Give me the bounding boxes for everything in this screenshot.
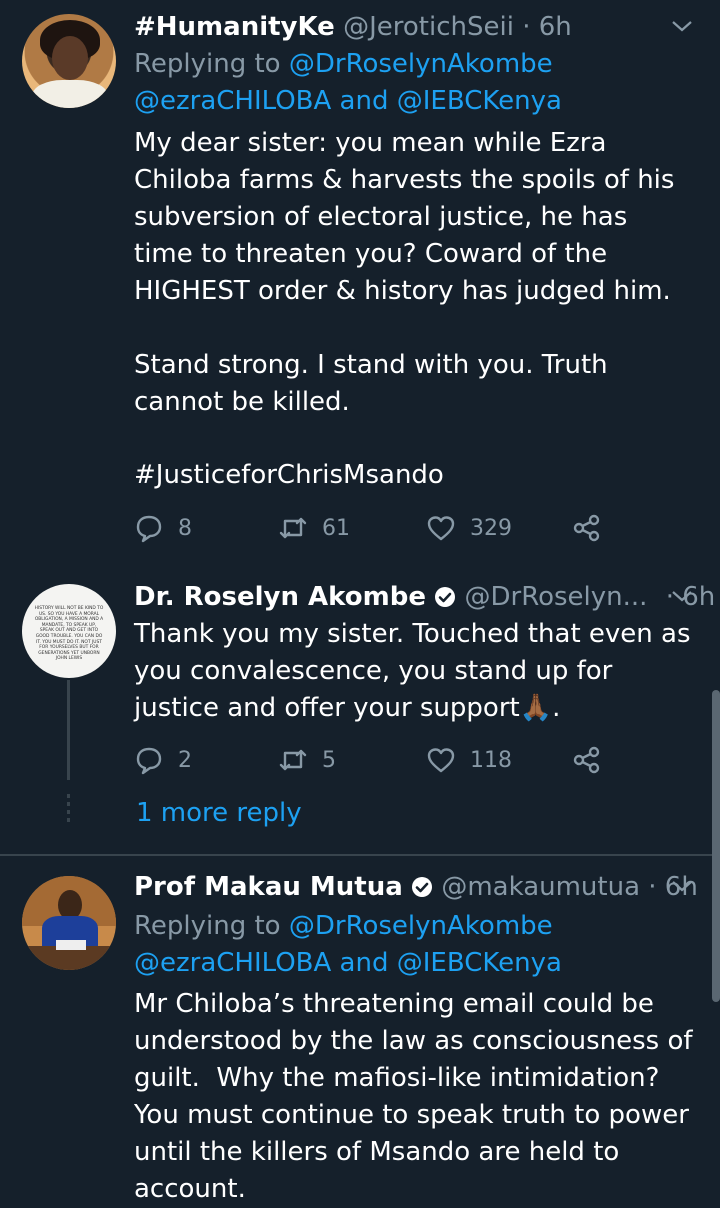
display-name[interactable]: Prof Makau Mutua xyxy=(134,872,403,902)
divider xyxy=(0,566,720,568)
chevron-down-icon[interactable] xyxy=(670,878,694,894)
reply-button[interactable]: 2 xyxy=(134,742,192,778)
like-count: 118 xyxy=(470,747,512,773)
mention-link[interactable]: @DrRoselynAkombe xyxy=(289,49,553,79)
heart-icon xyxy=(427,748,455,773)
thread-line xyxy=(67,680,70,780)
replying-to: Replying to @DrRoselynAkombe xyxy=(134,49,553,79)
mention-link[interactable]: @ezraCHILOBA xyxy=(134,948,331,978)
hashtag-link[interactable]: #JusticeforChrisMsando xyxy=(134,457,694,494)
reply-button[interactable]: 8 xyxy=(134,510,192,546)
share-button[interactable] xyxy=(572,510,602,546)
chevron-down-icon[interactable] xyxy=(670,18,694,34)
verified-badge-icon xyxy=(435,587,456,607)
retweet-icon xyxy=(279,749,307,771)
retweet-count: 61 xyxy=(322,515,350,541)
share-button[interactable] xyxy=(572,742,602,778)
divider xyxy=(0,854,720,856)
like-count: 329 xyxy=(470,515,512,541)
scrollbar[interactable] xyxy=(712,690,720,1002)
more-replies-link[interactable]: 1 more reply xyxy=(136,798,302,828)
reply-count: 2 xyxy=(178,747,192,773)
avatar[interactable] xyxy=(22,14,116,108)
reply-icon xyxy=(136,747,162,775)
mention-link[interactable]: @ezraCHILOBA xyxy=(134,86,331,116)
share-icon xyxy=(573,514,600,542)
tweet-text: Thank you my sister. Touched that even a… xyxy=(134,619,699,723)
avatar[interactable]: HISTORY WILL NOT BE KIND TO US. SO YOU H… xyxy=(22,584,116,678)
replying-to-cont: @ezraCHILOBA and @IEBCKenya xyxy=(134,86,562,116)
thread-dots xyxy=(67,794,70,824)
heart-icon xyxy=(427,516,455,541)
mention-link[interactable]: @IEBCKenya xyxy=(397,948,562,978)
timestamp[interactable]: · 6h xyxy=(522,12,572,42)
like-button[interactable]: 329 xyxy=(426,510,512,546)
reply-icon xyxy=(136,515,162,543)
retweet-icon xyxy=(279,517,307,539)
retweet-button[interactable]: 61 xyxy=(278,510,350,546)
verified-badge-icon xyxy=(412,877,433,897)
mention-link[interactable]: @DrRoselynAkombe xyxy=(289,911,553,941)
user-handle[interactable]: @DrRoselyn... xyxy=(465,582,648,612)
avatar[interactable] xyxy=(22,876,116,970)
tweet-header: Prof Makau Mutua @makaumutua · 6h xyxy=(134,870,698,904)
replying-to-cont: @ezraCHILOBA and @IEBCKenya xyxy=(134,948,562,978)
share-icon xyxy=(573,746,600,774)
user-handle[interactable]: @makaumutua xyxy=(441,872,640,902)
like-button[interactable]: 118 xyxy=(426,742,512,778)
retweet-button[interactable]: 5 xyxy=(278,742,336,778)
display-name[interactable]: #HumanityKe xyxy=(134,12,335,42)
tweet-text: Mr Chiloba’s threatening email could be … xyxy=(134,989,701,1204)
display-name[interactable]: Dr. Roselyn Akombe xyxy=(134,582,426,612)
replying-to: Replying to @DrRoselynAkombe xyxy=(134,911,553,941)
tweet-actions: 8 61 329 xyxy=(134,510,604,546)
tweet-header: #HumanityKe @JerotichSeii · 6h xyxy=(134,10,572,44)
user-handle[interactable]: @JerotichSeii xyxy=(343,12,514,42)
chevron-down-icon[interactable] xyxy=(670,588,694,604)
tweet-header: Dr. Roselyn Akombe @DrRoselyn... · 6h xyxy=(134,580,715,614)
mention-link[interactable]: @IEBCKenya xyxy=(397,86,562,116)
retweet-count: 5 xyxy=(322,747,336,773)
tweet-text: My dear sister: you mean while Ezra Chil… xyxy=(134,128,675,417)
reply-count: 8 xyxy=(178,515,192,541)
avatar-quote: HISTORY WILL NOT BE KIND TO US. SO YOU H… xyxy=(34,606,104,662)
tweet-actions: 2 5 118 xyxy=(134,742,604,778)
